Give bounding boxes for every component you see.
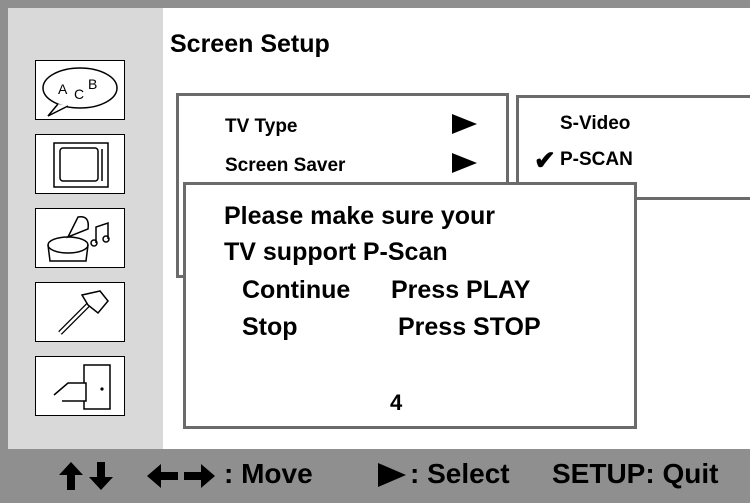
svg-text:B: B bbox=[88, 76, 97, 92]
quit-help-text: SETUP: Quit bbox=[552, 458, 719, 489]
exit-door-icon[interactable] bbox=[35, 356, 125, 416]
language-icon[interactable]: A C B bbox=[35, 60, 125, 120]
left-border bbox=[0, 0, 8, 449]
continue-label: Continue bbox=[242, 276, 351, 304]
option-p-scan[interactable]: P-SCAN bbox=[560, 149, 633, 171]
option-s-video[interactable]: S-Video bbox=[560, 113, 630, 135]
menu-item-tv-type[interactable]: TV Type bbox=[225, 116, 298, 138]
svg-text:A: A bbox=[58, 81, 68, 97]
screen-saver-submenu-arrow-icon bbox=[452, 153, 477, 173]
tools-icon[interactable] bbox=[35, 282, 125, 342]
navigation-arrows-icon bbox=[59, 462, 215, 490]
tv-type-submenu-arrow-icon bbox=[452, 114, 477, 134]
svg-text:C: C bbox=[74, 86, 84, 102]
arrow-down-icon bbox=[89, 462, 113, 490]
arrow-up-icon bbox=[59, 462, 83, 490]
continue-action: Press PLAY bbox=[391, 276, 531, 304]
move-help-text: : Move bbox=[224, 458, 313, 489]
arrow-left-icon bbox=[147, 464, 178, 488]
top-border bbox=[0, 0, 750, 8]
arrow-right-icon bbox=[184, 464, 215, 488]
audio-icon[interactable] bbox=[35, 208, 125, 268]
stop-label: Stop bbox=[242, 313, 298, 341]
checkmark-icon: ✔ bbox=[534, 145, 556, 175]
osd-screen: A C B Screen Setup TV Type Screen Saver … bbox=[0, 0, 750, 503]
dialog-line-1: Please make sure your bbox=[224, 202, 495, 230]
tv-screen-icon[interactable] bbox=[35, 134, 125, 194]
stop-action: Press STOP bbox=[398, 313, 541, 341]
countdown-value: 4 bbox=[390, 390, 403, 415]
page-title: Screen Setup bbox=[170, 30, 330, 58]
menu-item-screen-saver[interactable]: Screen Saver bbox=[225, 155, 345, 177]
play-arrow-icon bbox=[378, 463, 406, 487]
select-help-text: : Select bbox=[410, 458, 510, 489]
dialog-line-2: TV support P-Scan bbox=[224, 238, 448, 266]
